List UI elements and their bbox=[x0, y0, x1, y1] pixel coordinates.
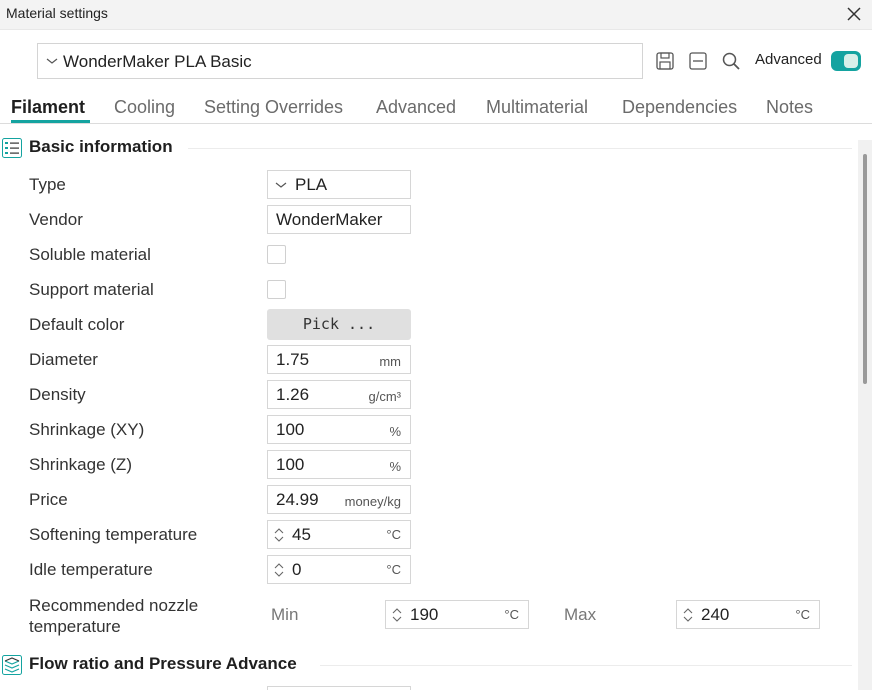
pick-button-label: Pick ... bbox=[302, 315, 376, 333]
diameter-unit: mm bbox=[379, 354, 401, 369]
type-select[interactable]: PLA bbox=[267, 170, 411, 199]
density-value: 1.26 bbox=[276, 385, 310, 404]
vendor-field[interactable]: WonderMaker bbox=[267, 205, 411, 234]
remove-preset-icon[interactable] bbox=[688, 51, 708, 71]
softening-temperature-value: 45 bbox=[292, 525, 311, 544]
recommended-nozzle-temperature-label: Recommended nozzle temperature bbox=[29, 596, 199, 636]
nozzle-min-unit: °C bbox=[504, 607, 519, 622]
type-value: PLA bbox=[295, 175, 328, 194]
save-icon[interactable] bbox=[655, 51, 675, 71]
nozzle-max-unit: °C bbox=[795, 607, 810, 622]
vertical-scrollbar[interactable] bbox=[858, 140, 872, 690]
layers-icon bbox=[2, 655, 22, 675]
default-color-label: Default color bbox=[29, 315, 125, 334]
tab-cooling[interactable]: Cooling bbox=[114, 97, 175, 118]
softening-temperature-unit: °C bbox=[386, 527, 401, 542]
tab-dependencies[interactable]: Dependencies bbox=[622, 97, 737, 118]
idle-temperature-field[interactable]: 0 °C bbox=[267, 555, 411, 584]
spin-arrows-icon[interactable] bbox=[681, 606, 695, 624]
active-tab-indicator bbox=[11, 120, 90, 123]
softening-temperature-field[interactable]: 45 °C bbox=[267, 520, 411, 549]
max-label: Max bbox=[564, 605, 597, 624]
nozzle-min-field[interactable]: 190 °C bbox=[385, 600, 529, 629]
soluble-label: Soluble material bbox=[29, 245, 151, 264]
price-label: Price bbox=[29, 490, 68, 509]
shrinkage-xy-field[interactable]: 100 % bbox=[267, 415, 411, 444]
diameter-value: 1.75 bbox=[276, 350, 310, 369]
vendor-value: WonderMaker bbox=[276, 210, 383, 229]
price-unit: money/kg bbox=[344, 494, 401, 509]
density-label: Density bbox=[29, 385, 86, 404]
advanced-toggle[interactable] bbox=[831, 51, 861, 71]
spin-arrows-icon[interactable] bbox=[272, 561, 286, 579]
settings-tabs: Filament Cooling Setting Overrides Advan… bbox=[0, 92, 872, 124]
tab-filament[interactable]: Filament bbox=[11, 97, 85, 118]
section-flow-ratio: Flow ratio and Pressure Advance bbox=[0, 653, 856, 677]
soluble-checkbox[interactable] bbox=[267, 245, 286, 264]
spin-arrows-icon[interactable] bbox=[272, 526, 286, 544]
spin-arrows-icon[interactable] bbox=[390, 606, 404, 624]
shrinkage-xy-unit: % bbox=[389, 424, 401, 439]
nozzle-max-value: 240 bbox=[701, 605, 730, 624]
idle-temperature-unit: °C bbox=[386, 562, 401, 577]
tab-advanced[interactable]: Advanced bbox=[376, 97, 456, 118]
shrinkage-z-value: 100 bbox=[276, 455, 305, 474]
tab-multimaterial[interactable]: Multimaterial bbox=[486, 97, 588, 118]
pick-color-button[interactable]: Pick ... bbox=[267, 309, 411, 340]
type-label: Type bbox=[29, 175, 66, 194]
section-title: Basic information bbox=[29, 137, 173, 156]
shrinkage-z-field[interactable]: 100 % bbox=[267, 450, 411, 479]
shrinkage-xy-value: 100 bbox=[276, 420, 305, 439]
preset-value: WonderMaker PLA Basic bbox=[63, 52, 252, 71]
window-title: Material settings bbox=[6, 5, 108, 21]
shrinkage-z-unit: % bbox=[389, 459, 401, 474]
idle-temperature-label: Idle temperature bbox=[29, 560, 153, 579]
next-field-partial[interactable] bbox=[267, 686, 411, 690]
shrinkage-z-label: Shrinkage (Z) bbox=[29, 455, 132, 474]
density-unit: g/cm³ bbox=[368, 389, 402, 404]
scrollbar-thumb[interactable] bbox=[863, 154, 867, 384]
search-icon[interactable] bbox=[721, 51, 741, 71]
softening-temperature-label: Softening temperature bbox=[29, 525, 198, 544]
diameter-field[interactable]: 1.75 mm bbox=[267, 345, 411, 374]
diameter-label: Diameter bbox=[29, 350, 98, 369]
preset-dropdown[interactable]: WonderMaker PLA Basic bbox=[37, 43, 643, 79]
nozzle-min-value: 190 bbox=[410, 605, 439, 624]
chevron-down-icon bbox=[46, 58, 58, 64]
list-icon bbox=[2, 138, 22, 158]
section-basic-information: Basic information bbox=[0, 136, 856, 160]
support-label: Support material bbox=[29, 280, 154, 299]
support-checkbox[interactable] bbox=[267, 280, 286, 299]
section-title: Flow ratio and Pressure Advance bbox=[29, 654, 297, 673]
price-value: 24.99 bbox=[276, 490, 319, 509]
nozzle-max-field[interactable]: 240 °C bbox=[676, 600, 820, 629]
price-field[interactable]: 24.99 money/kg bbox=[267, 485, 411, 514]
min-label: Min bbox=[271, 605, 299, 624]
preset-toolbar: WonderMaker PLA Basic Advanced bbox=[0, 30, 872, 92]
idle-temperature-value: 0 bbox=[292, 560, 302, 579]
section-divider bbox=[320, 665, 852, 666]
advanced-toggle-label: Advanced bbox=[755, 51, 822, 68]
title-bar: Material settings bbox=[0, 0, 872, 30]
density-field[interactable]: 1.26 g/cm³ bbox=[267, 380, 411, 409]
shrinkage-xy-label: Shrinkage (XY) bbox=[29, 420, 145, 439]
close-icon[interactable] bbox=[844, 4, 864, 24]
section-divider bbox=[188, 148, 852, 149]
tab-notes[interactable]: Notes bbox=[766, 97, 813, 118]
tab-setting-overrides[interactable]: Setting Overrides bbox=[204, 97, 343, 118]
chevron-down-icon bbox=[275, 182, 287, 188]
vendor-label: Vendor bbox=[29, 210, 83, 229]
